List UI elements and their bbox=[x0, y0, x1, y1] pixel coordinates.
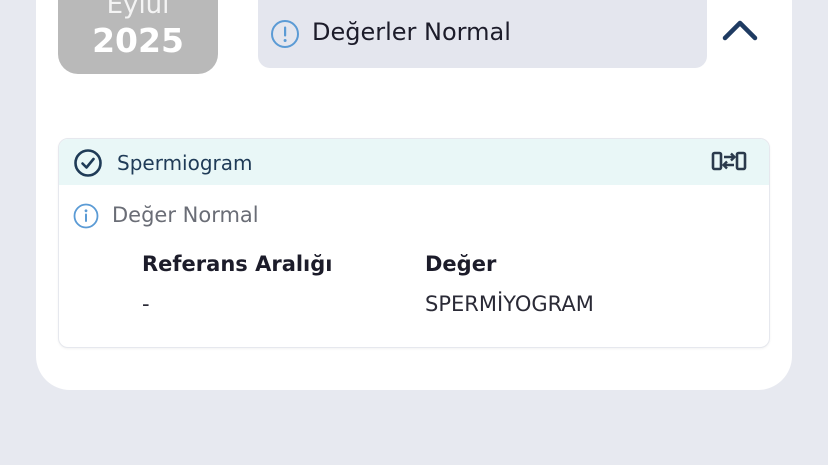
exclamation-circle-icon bbox=[270, 19, 300, 53]
chevron-up-icon bbox=[721, 18, 759, 46]
test-result-card: Spermiogram Değer Normal Referans Aralığ… bbox=[58, 138, 770, 348]
date-badge: Eylül 2025 bbox=[58, 0, 218, 74]
test-name: Spermiogram bbox=[117, 151, 253, 175]
test-result-header: Spermiogram bbox=[59, 139, 769, 185]
value-value: SPERMİYOGRAM bbox=[425, 292, 594, 316]
date-year: 2025 bbox=[92, 21, 184, 60]
status-summary[interactable]: Değerler Normal bbox=[258, 0, 707, 68]
value-label: Değer bbox=[425, 252, 497, 276]
date-month: Eylül bbox=[106, 0, 170, 20]
info-icon bbox=[73, 203, 99, 233]
compare-arrows-icon bbox=[709, 151, 749, 180]
compare-button[interactable] bbox=[709, 148, 749, 176]
reference-range-label: Referans Aralığı bbox=[142, 252, 333, 276]
collapse-button[interactable] bbox=[716, 14, 764, 50]
check-circle-icon bbox=[73, 148, 103, 182]
status-text: Değerler Normal bbox=[312, 18, 511, 46]
reference-range-value: - bbox=[142, 292, 150, 316]
normal-status-text: Değer Normal bbox=[112, 203, 259, 227]
